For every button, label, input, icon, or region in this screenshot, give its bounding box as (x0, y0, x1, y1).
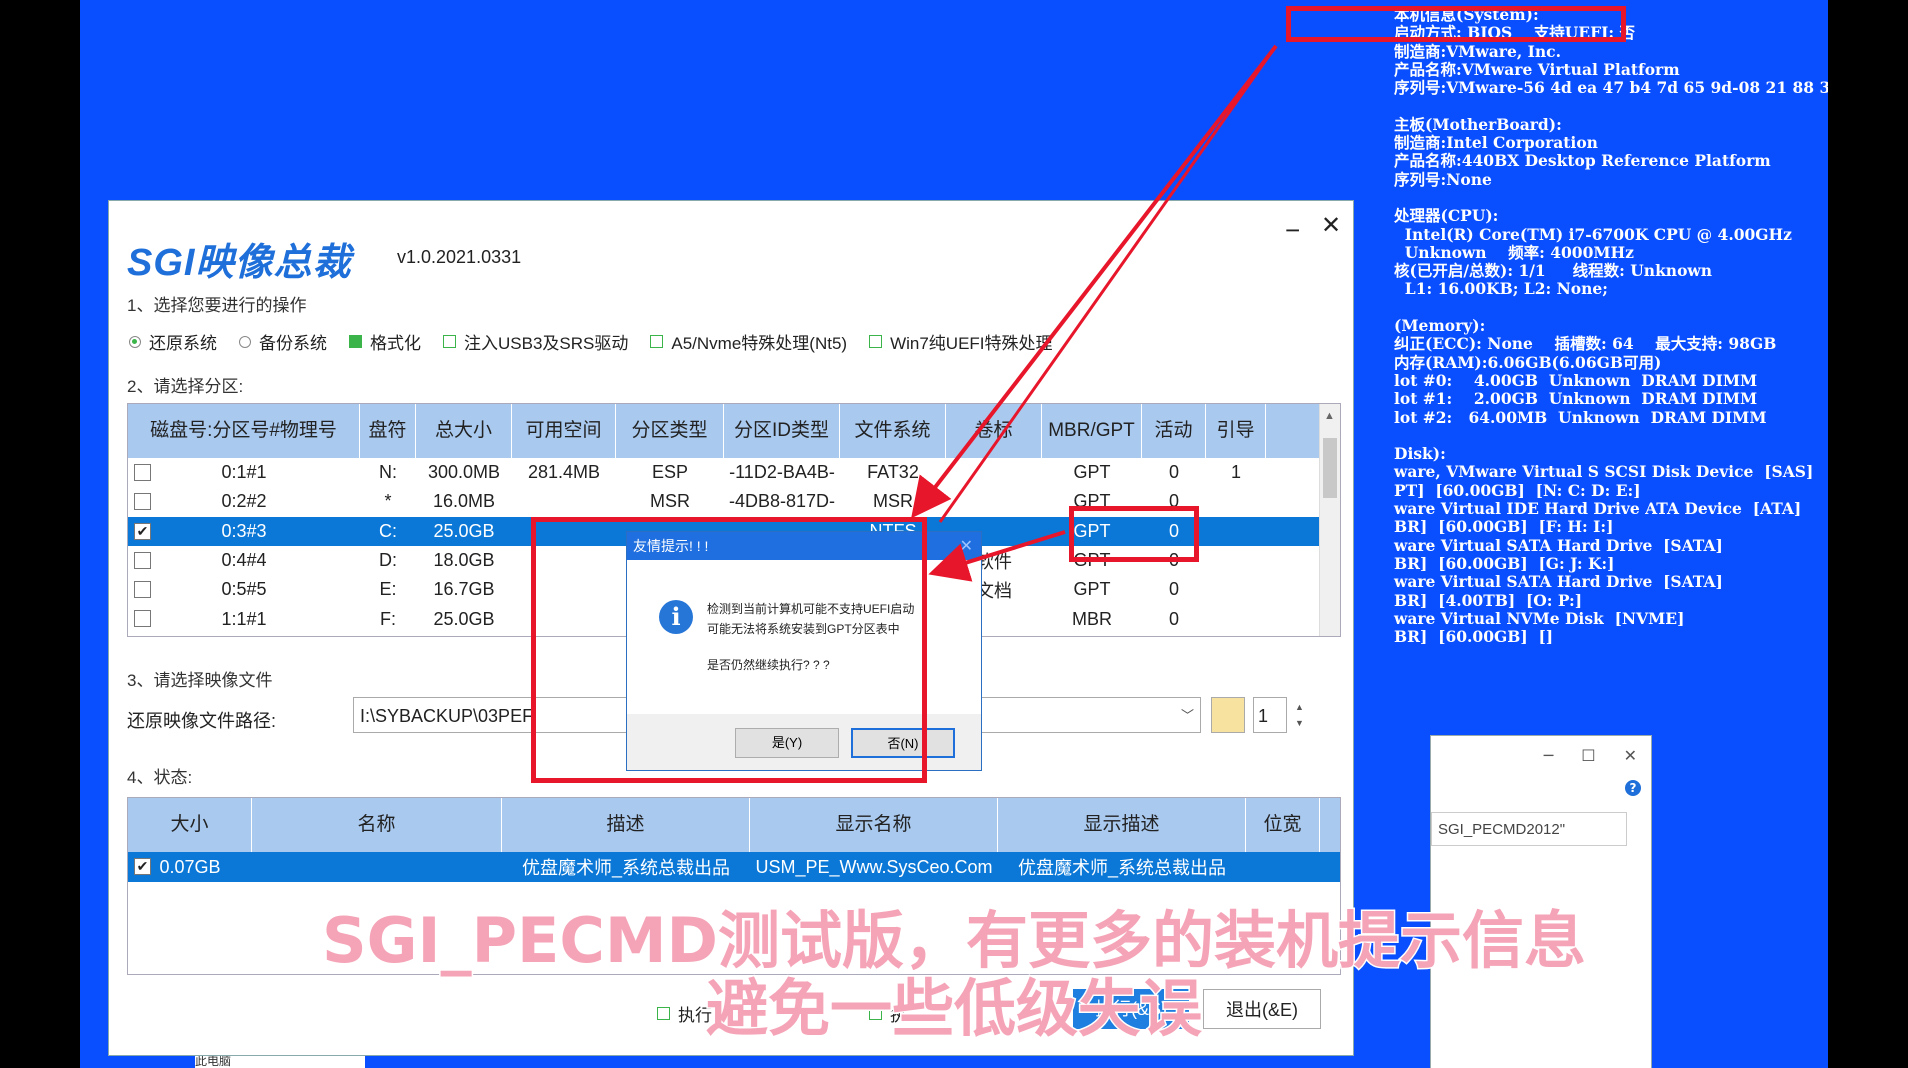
annotation-arrows (911, 44, 1278, 582)
arrow-gpt-to-dialog (928, 530, 1066, 582)
screen-content: SGI映像总裁 v1.0.2021.0331 − ✕ 1、选择您要进行的操作 还… (80, 0, 1828, 1068)
arrow-bios-to-dialog (911, 44, 1278, 519)
arrow-bios-to-dialog-2 (938, 45, 1278, 523)
